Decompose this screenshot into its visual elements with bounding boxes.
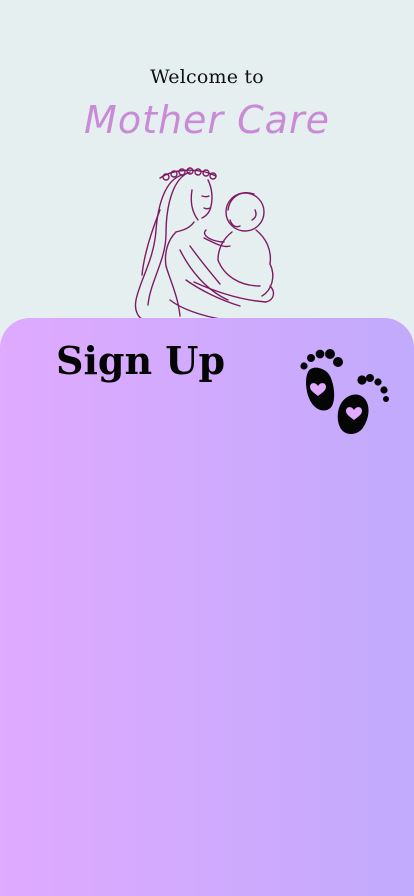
mother-baby-illustration bbox=[134, 167, 275, 321]
welcome-text: Welcome to bbox=[150, 66, 264, 88]
signup-title: Sign Up bbox=[56, 338, 226, 383]
baby-feet-icon bbox=[300, 349, 389, 434]
brand-name: Mother Care bbox=[84, 98, 330, 142]
welcome-screen: Welcome to Mother Care Sign Up bbox=[0, 0, 414, 896]
